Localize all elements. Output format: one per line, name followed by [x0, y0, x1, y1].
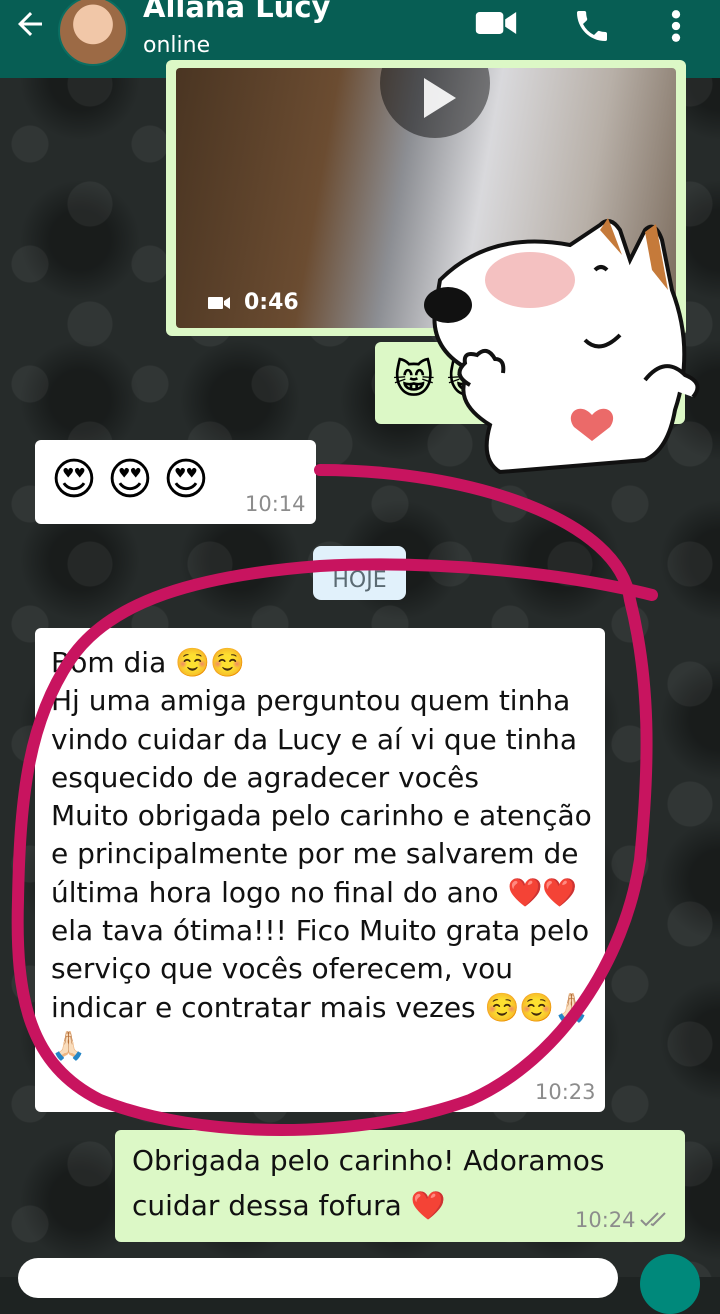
more-options-icon[interactable] — [664, 6, 688, 46]
video-call-icon[interactable] — [474, 6, 518, 40]
avatar[interactable] — [58, 0, 128, 66]
bull-terrier-sticker — [424, 218, 700, 475]
message-time: 10:14 — [245, 492, 306, 516]
play-icon[interactable] — [380, 68, 490, 138]
phone-call-icon[interactable] — [572, 6, 612, 46]
incoming-emoji-message[interactable]: 😍 😍 😍 10:14 — [35, 440, 316, 524]
message-time: 10:24 — [575, 1208, 636, 1232]
heart-eyes-emoji: 😍 — [51, 454, 97, 505]
message-time: 10:23 — [535, 1080, 596, 1104]
mic-button[interactable] — [640, 1254, 700, 1314]
incoming-text-message[interactable]: Bom dia ☺️☺️ Hj uma amiga perguntou quem… — [35, 628, 605, 1112]
duration-text: 0:46 — [244, 290, 299, 315]
message-text: Obrigada pelo carinho! Adoramos cuidar d… — [132, 1144, 614, 1222]
date-chip-label: HOJE — [332, 568, 387, 593]
heart-eyes-emoji: 😍 — [107, 454, 153, 505]
message-text: Bom dia ☺️☺️ Hj uma amiga perguntou quem… — [51, 646, 592, 1062]
back-arrow-icon[interactable] — [12, 6, 48, 51]
heart-eyes-emoji: 😍 — [163, 454, 209, 505]
video-camera-icon — [208, 297, 230, 309]
date-chip: HOJE — [313, 546, 406, 600]
delivered-ticks-icon — [640, 1212, 666, 1227]
message-input-bar[interactable] — [18, 1258, 618, 1298]
contact-status: online — [143, 33, 211, 58]
contact-name[interactable]: Allana Lucy — [143, 0, 330, 24]
outgoing-text-message[interactable]: Obrigada pelo carinho! Adoramos cuidar d… — [115, 1130, 685, 1242]
